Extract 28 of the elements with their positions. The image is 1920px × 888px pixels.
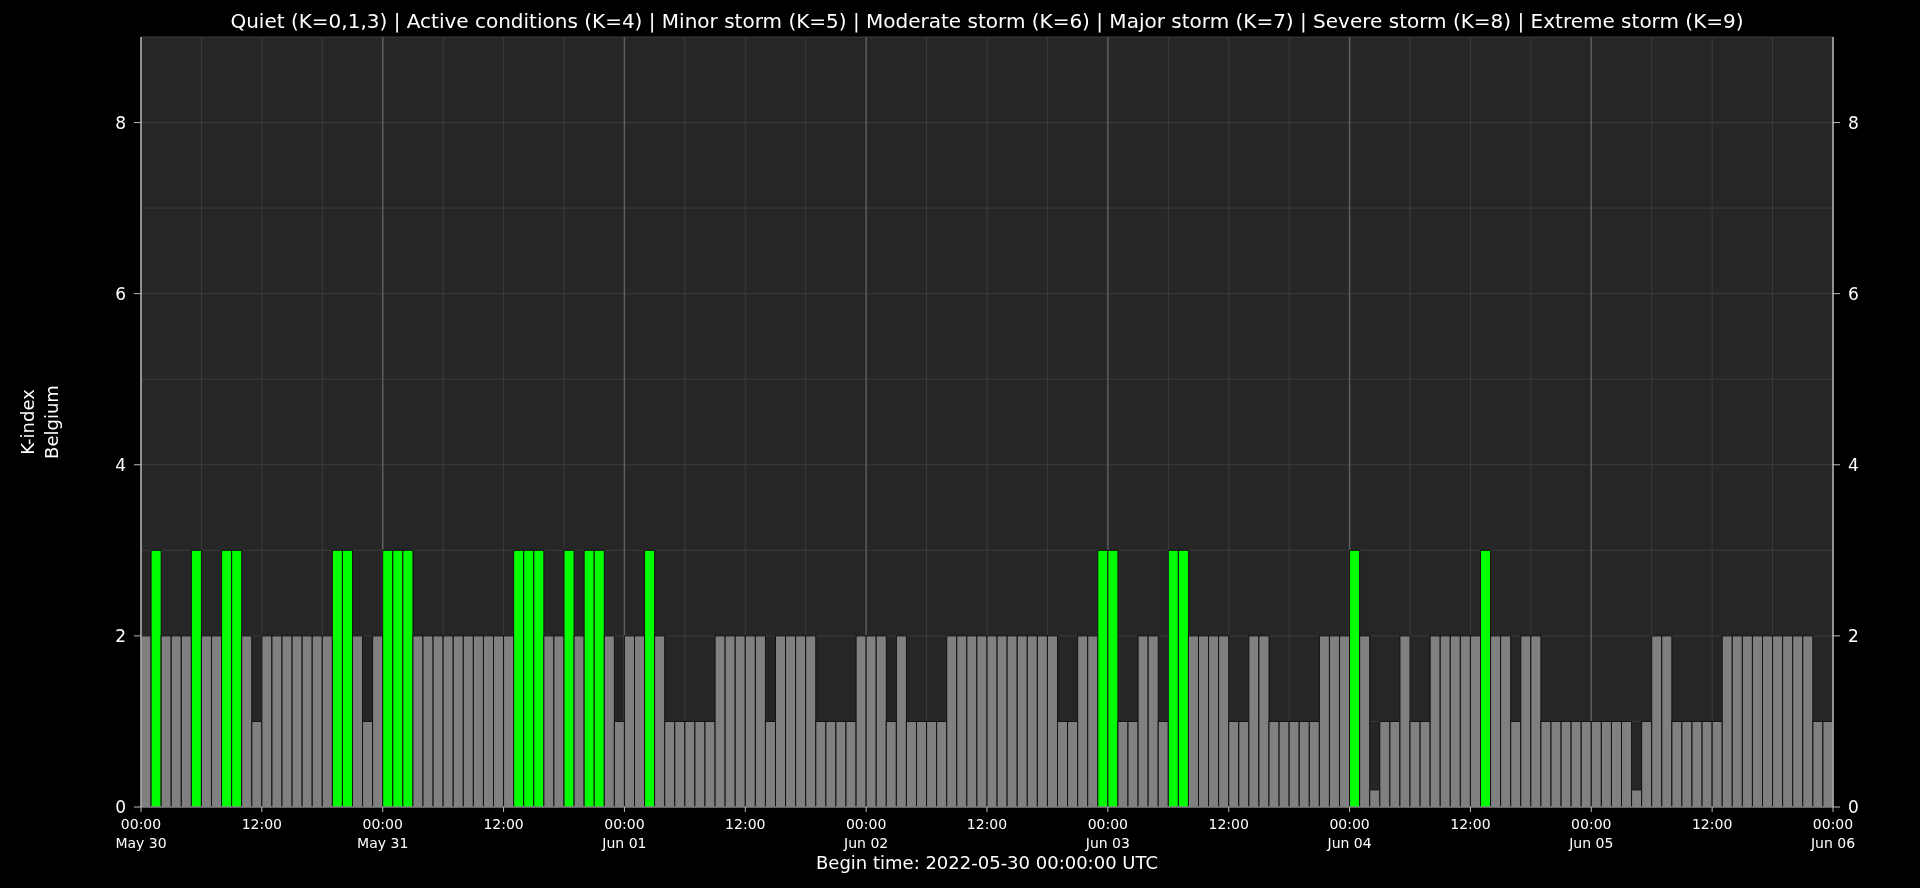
tick-label: 4 xyxy=(115,454,126,475)
tick-label: 12:00 xyxy=(725,816,766,832)
tick-label: 12:00 xyxy=(1208,816,1249,832)
tick-label: 12:00 xyxy=(966,816,1008,832)
tick-label: 12:00 xyxy=(1691,816,1733,832)
tick-label: 6 xyxy=(115,283,126,304)
tick-label: 8 xyxy=(115,112,126,133)
tick-label: 2 xyxy=(115,625,126,646)
tick-label: 0 xyxy=(115,797,126,817)
tick-label: 12:00 xyxy=(241,816,283,832)
tick-label: 2 xyxy=(1848,625,1859,646)
tick-label: 00:00 May 31 xyxy=(357,816,409,851)
tick-label: 00:00 Jun 04 xyxy=(1327,816,1372,851)
tick-label: 00:00 Jun 05 xyxy=(1569,816,1614,851)
tick-label: 00:00 May 30 xyxy=(115,816,167,851)
tick-label: 00:00 Jun 03 xyxy=(1085,816,1130,851)
tick-label: 12:00 xyxy=(483,816,524,832)
chart-title: Quiet (K=0,1,3) | Active conditions (K=4) | Minor storm (K=5) | Moderate storm (K=6) | Major storm (K=7) | Severe storm (K=8) | Extreme storm (K=9) xyxy=(230,9,1744,33)
axis-title: Begin time: 2022-05-30 00:00:00 UTC xyxy=(816,852,1158,873)
axis-title: K-index Belgium xyxy=(17,385,62,459)
tick-label: 00:00 Jun 02 xyxy=(844,816,889,851)
tick-label: 00:00 Jun 01 xyxy=(602,816,647,851)
tick-label: 8 xyxy=(1848,112,1859,133)
tick-label: 0 xyxy=(1848,797,1859,817)
tick-label: 00:00 Jun 06 xyxy=(1810,816,1856,851)
tick-label: 6 xyxy=(1848,283,1859,304)
tick-label: 12:00 xyxy=(1450,816,1491,832)
tick-label: 4 xyxy=(1848,454,1859,475)
